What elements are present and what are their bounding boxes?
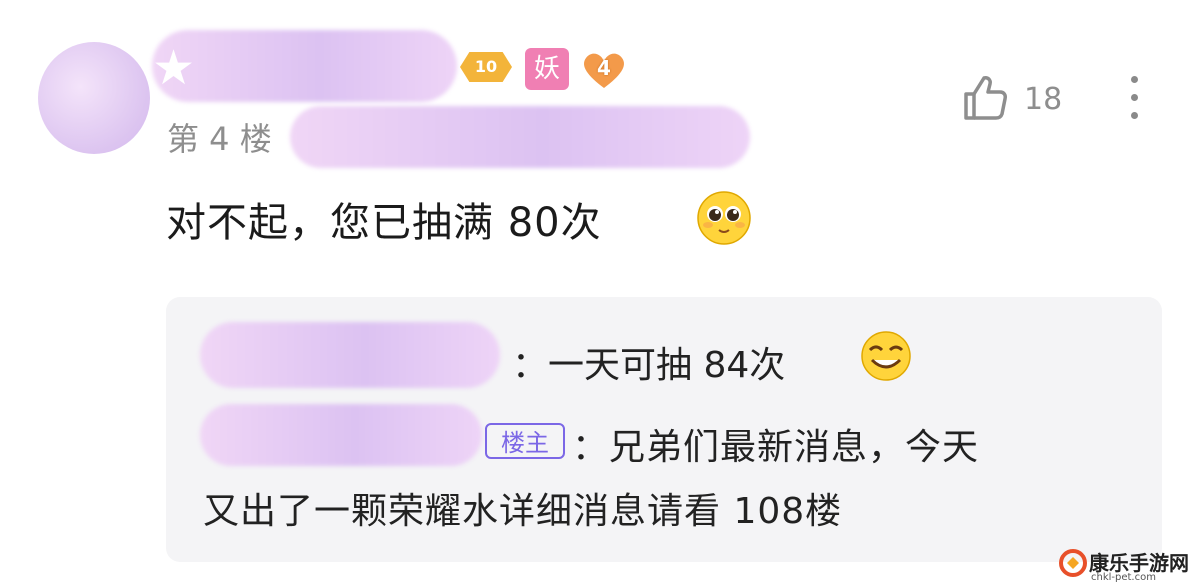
watermark-url: chkl-pet.com [1091, 572, 1156, 583]
thread-owner-tag: 楼主 [485, 423, 565, 459]
reply-text: ：一天可抽 84次 [512, 345, 786, 386]
floor-number: 第 4 楼 [167, 120, 272, 158]
grin-emoji [858, 330, 914, 382]
like-icon[interactable] [962, 74, 1008, 122]
reply-text-line1: ：兄弟们最新消息，今天 [572, 427, 980, 468]
reply-username-blurred[interactable] [200, 322, 500, 388]
like-count: 18 [1024, 82, 1063, 117]
level-number: 10 [474, 57, 498, 76]
user-signature-blurred [290, 106, 750, 168]
heart-level-badge: 4 [580, 50, 628, 90]
star-decoration-icon: ★ [152, 40, 196, 96]
demon-title-badge: 妖 [525, 48, 569, 90]
level-badge: 10 [460, 52, 512, 82]
watermark: 康乐手游网 chkl-pet.com [1055, 545, 1200, 587]
reply-text-line2: 又出了一颗荣耀水详细消息请看 108楼 [203, 491, 843, 532]
username-blurred[interactable] [152, 30, 457, 102]
heart-level-number: 4 [597, 56, 611, 80]
reply-username-blurred[interactable] [200, 404, 482, 466]
watermark-logo-icon [1059, 549, 1087, 577]
avatar[interactable] [38, 42, 150, 154]
post-content: 对不起，您已抽满 80次 [166, 200, 602, 246]
more-icon[interactable] [1124, 76, 1144, 122]
smile-pleading-emoji [696, 190, 752, 246]
